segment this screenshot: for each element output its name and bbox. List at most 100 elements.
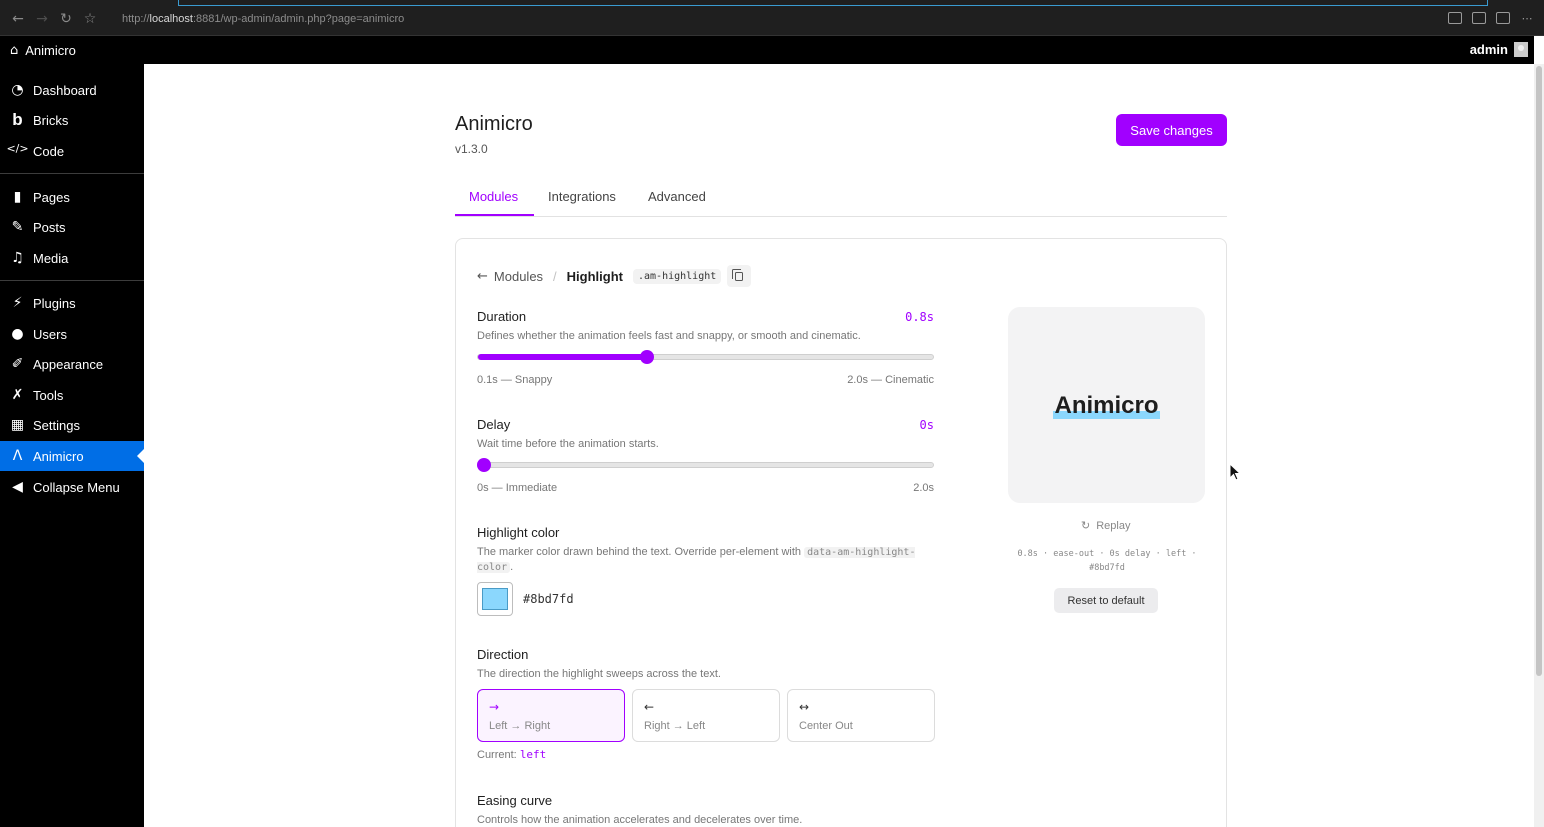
delay-slider-handle[interactable]	[477, 458, 491, 472]
sidebar-item-posts[interactable]: ✎ Posts	[0, 212, 144, 242]
sidebar-item-tools[interactable]: ✗ Tools	[0, 380, 144, 410]
sidebar-item-animicro[interactable]: Λ Animicro	[0, 441, 144, 471]
breadcrumb: ← Modules / Highlight .am-highlight	[477, 265, 752, 287]
site-name-link[interactable]: ⌂ Animicro	[10, 43, 76, 58]
tab-advanced[interactable]: Advanced	[648, 189, 706, 204]
copy-button[interactable]	[727, 265, 752, 287]
admin-sidebar: ◔ Dashboard b Bricks </> Code ▮ Pages ✎ …	[0, 64, 144, 827]
sidebar-item-pages[interactable]: ▮ Pages	[0, 182, 144, 212]
sidebar-item-code[interactable]: </> Code	[0, 136, 144, 166]
easing-description: Controls how the animation accelerates a…	[477, 814, 803, 826]
color-hex-value[interactable]: #8bd7fd	[523, 592, 574, 606]
version-label: v1.3.0	[455, 142, 488, 156]
breadcrumb-separator: /	[553, 268, 557, 284]
wrench-icon: ✗	[11, 387, 24, 403]
color-swatch-button[interactable]	[477, 582, 513, 616]
user-account-link[interactable]: admin	[1470, 42, 1528, 57]
star-icon[interactable]: ☆	[82, 11, 98, 27]
save-changes-button[interactable]: Save changes	[1116, 114, 1227, 146]
direction-option-left-right[interactable]: → Left → Right	[477, 689, 625, 742]
reset-to-default-button[interactable]: Reset to default	[1054, 588, 1158, 613]
duration-label: Duration	[477, 309, 527, 324]
sidebar-item-label: Users	[33, 326, 67, 342]
sidebar-item-label: Animicro	[33, 448, 84, 464]
description-text: The marker color drawn behind the text. …	[477, 546, 805, 558]
url-host: localhost	[149, 13, 193, 25]
url-rest: :8881/wp-admin/admin.php?page=animicro	[192, 13, 405, 25]
duration-slider-fill	[478, 354, 649, 360]
direction-option-center-out[interactable]: ↔ Center Out	[787, 689, 935, 742]
direction-option-right-left[interactable]: ← Right → Left	[632, 689, 780, 742]
replay-button[interactable]: ↻ Replay	[1081, 519, 1130, 532]
delay-min-label: 0s — Immediate	[477, 482, 558, 494]
brush-icon: ✐	[11, 356, 24, 372]
address-bar[interactable]: http://localhost:8881/wp-admin/admin.php…	[122, 13, 404, 25]
terminal-icon[interactable]	[1472, 12, 1486, 24]
sidebar-item-label: Tools	[33, 387, 64, 403]
duration-value: 0.8s	[905, 310, 934, 324]
sidebar-item-label: Media	[33, 250, 69, 266]
browser-toolbar: ← → ↻ ☆ http://localhost:8881/wp-admin/a…	[0, 0, 1544, 36]
user-icon: ●	[11, 326, 24, 342]
home-icon: ⌂	[10, 43, 19, 58]
sidebar-item-label: Settings	[33, 417, 80, 433]
arrow-right-icon: →	[489, 700, 500, 714]
delay-value: 0s	[919, 418, 934, 432]
tab-strip-outline	[178, 0, 1488, 6]
copy-icon	[732, 268, 744, 281]
sidebar-item-media[interactable]: ♫ Media	[0, 243, 144, 273]
preview-text: Animicro	[1008, 392, 1205, 420]
more-icon[interactable]: ⋯	[1520, 12, 1534, 25]
sidebar-separator	[0, 280, 144, 281]
sidebar-item-users[interactable]: ● Users	[0, 319, 144, 349]
bricks-icon: b	[12, 110, 23, 129]
settings-icon: ▦	[10, 417, 25, 433]
sidebar-item-label: Plugins	[33, 295, 76, 311]
highlight-color-description: The marker color drawn behind the text. …	[477, 545, 937, 575]
direction-option-label: Center Out	[799, 720, 853, 732]
tab-modules[interactable]: Modules	[469, 189, 518, 204]
page-scrollbar[interactable]	[1534, 64, 1544, 827]
class-name-code: .am-highlight	[633, 268, 722, 284]
breadcrumb-modules-link[interactable]: Modules	[494, 269, 543, 284]
direction-option-label: Right → Left	[644, 720, 706, 732]
collapse-icon: ◀	[12, 479, 23, 495]
replay-icon: ↻	[1081, 519, 1091, 532]
scrollbar-thumb[interactable]	[1536, 66, 1542, 676]
screencast-icon[interactable]	[1448, 12, 1462, 24]
back-arrow-icon[interactable]: ←	[477, 269, 488, 284]
summary-line-1: 0.8s · ease-out · 0s delay · left ·	[1017, 549, 1197, 559]
direction-description: The direction the highlight sweeps acros…	[477, 668, 721, 680]
sidebar-item-settings[interactable]: ▦ Settings	[0, 410, 144, 440]
sidebar-item-dashboard[interactable]: ◔ Dashboard	[0, 75, 144, 105]
reload-icon[interactable]: ↻	[58, 11, 74, 27]
mouse-cursor-icon	[1229, 463, 1241, 481]
easing-label: Easing curve	[477, 793, 553, 808]
split-view-icon[interactable]	[1496, 12, 1510, 24]
summary-line-2: #8bd7fd	[1089, 563, 1125, 573]
sidebar-item-label: Bricks	[33, 112, 69, 128]
forward-arrow-icon[interactable]: →	[34, 11, 50, 27]
sidebar-item-bricks[interactable]: b Bricks	[0, 105, 144, 135]
url-prefix: http://	[122, 13, 150, 25]
color-swatch-fill	[482, 588, 508, 610]
sidebar-item-plugins[interactable]: ⚡ Plugins	[0, 288, 144, 318]
duration-slider-track[interactable]	[477, 354, 934, 360]
back-arrow-icon[interactable]: ←	[10, 11, 26, 27]
dashboard-icon: ◔	[11, 82, 24, 98]
delay-slider-track[interactable]	[477, 462, 934, 468]
page-title: Animicro	[455, 113, 533, 135]
current-value: left	[519, 748, 547, 761]
breadcrumb-current: Highlight	[566, 268, 623, 284]
active-tab-indicator	[455, 214, 534, 216]
animation-preview: Animicro	[1008, 307, 1205, 503]
arrow-left-icon: ←	[644, 700, 655, 714]
arrow-both-icon: ↔	[799, 700, 810, 714]
site-name: Animicro	[25, 43, 76, 58]
sidebar-item-label: Dashboard	[33, 82, 97, 98]
collapse-menu-button[interactable]: ◀ Collapse Menu	[0, 472, 144, 502]
sidebar-item-label: Posts	[33, 219, 66, 235]
sidebar-item-appearance[interactable]: ✐ Appearance	[0, 349, 144, 379]
pages-icon: ▮	[13, 189, 22, 205]
tab-integrations[interactable]: Integrations	[548, 189, 616, 204]
